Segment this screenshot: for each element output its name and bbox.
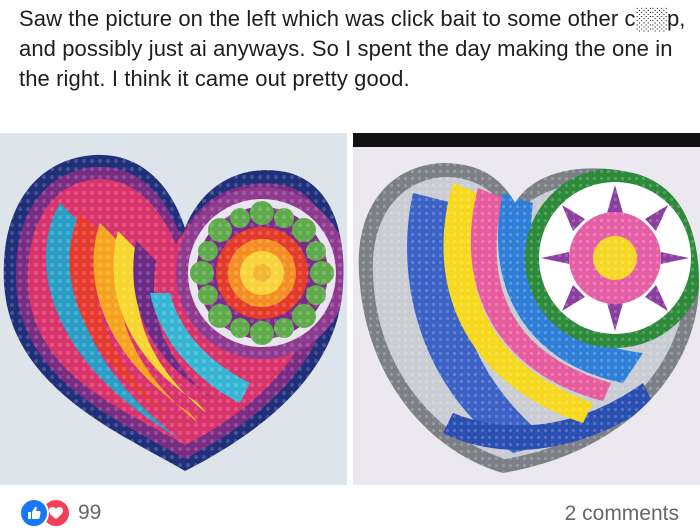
- like-icon: [19, 498, 49, 528]
- reactions-summary[interactable]: 99: [19, 498, 102, 528]
- photo-right[interactable]: [353, 133, 700, 485]
- post-text: Saw the picture on the left which was cl…: [19, 6, 686, 91]
- reactions-count: 99: [78, 501, 102, 524]
- crochet-heart-handmade-image: [353, 133, 700, 485]
- photo-grid: [0, 133, 700, 485]
- photo-left[interactable]: [0, 133, 347, 485]
- crochet-heart-original-image: [0, 133, 347, 485]
- post-footer: 99 2 comments: [0, 495, 700, 530]
- facebook-post: Saw the picture on the left which was cl…: [0, 0, 700, 530]
- comments-count-link[interactable]: 2 comments: [565, 502, 679, 526]
